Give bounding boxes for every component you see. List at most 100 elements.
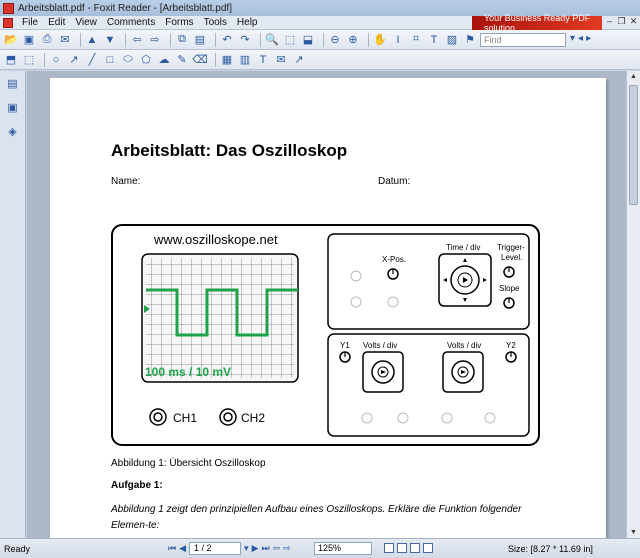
undo-icon[interactable]: ↶ [220, 33, 234, 47]
single-page-view-icon[interactable] [384, 543, 394, 553]
fit-page-icon[interactable]: ⬚ [283, 33, 297, 47]
status-text: Ready [4, 543, 31, 554]
toolbar-separator [368, 32, 369, 47]
paste-icon[interactable]: ▤ [193, 33, 207, 47]
trigger-label-2: Level. [501, 253, 522, 262]
circle-tool-icon[interactable]: ○ [49, 53, 63, 67]
close-icon[interactable]: ✕ [629, 17, 638, 26]
foxit-app-icon [3, 2, 14, 14]
email-icon[interactable]: ✉ [58, 33, 72, 47]
menu-help[interactable]: Help [232, 17, 263, 28]
scroll-thumb[interactable] [629, 85, 638, 205]
scope-url: www.oszilloskope.net [153, 232, 278, 247]
ad-banner[interactable]: Your Business Ready PDF solution [472, 13, 602, 33]
menu-comments[interactable]: Comments [102, 17, 160, 28]
volts-div-left-label: Volts / div [363, 341, 397, 350]
marquee-icon[interactable]: ⬚ [22, 53, 36, 67]
callout-tool-icon[interactable]: ▥ [238, 53, 252, 67]
find-previous-icon[interactable]: ◂ [578, 33, 583, 44]
hand-tool-icon[interactable]: ✋ [373, 33, 387, 47]
print-icon[interactable]: ⎙ [40, 33, 54, 47]
textbox-tool-icon[interactable]: ▦ [220, 53, 234, 67]
navigation-pane: ▤ ▣ ◈ [0, 71, 26, 538]
next-page-icon[interactable]: ▼ [103, 33, 117, 47]
note-tool-icon[interactable]: ✉ [274, 53, 288, 67]
page-dropdown-icon[interactable]: ▾ [244, 543, 249, 554]
find-dropdown-icon[interactable]: ▾ [570, 33, 575, 44]
cloud-tool-icon[interactable]: ☁ [157, 53, 171, 67]
name-label: Name: [111, 176, 141, 187]
view-mode-buttons [384, 543, 433, 553]
timebase-label: 100 ms / 10 mV [145, 365, 231, 379]
facing-view-icon[interactable] [410, 543, 420, 553]
menu-file[interactable]: File [17, 17, 43, 28]
first-page-button-icon[interactable]: ⏮ [168, 543, 176, 554]
restore-icon[interactable]: ❐ [617, 17, 626, 26]
toolbar-separator [215, 52, 216, 67]
scroll-down-icon[interactable]: ▼ [630, 529, 637, 536]
arrow-tool-icon[interactable]: ↗ [67, 53, 81, 67]
history-back-icon[interactable]: ⇦ [273, 543, 281, 554]
select-text-icon[interactable]: I [391, 33, 405, 47]
menu-bar: File Edit View Comments Forms Tools Help… [0, 13, 640, 33]
page-select-icon[interactable]: ⬒ [4, 53, 18, 67]
rectangle-tool-icon[interactable]: □ [103, 53, 117, 67]
snapshot-icon[interactable]: ⌗ [409, 33, 423, 47]
history-forward-icon[interactable]: ⇨ [283, 543, 291, 554]
fit-width-icon[interactable]: ⬓ [301, 33, 315, 47]
polygon-tool-icon[interactable]: ⬠ [139, 53, 153, 67]
prev-page-button-icon[interactable]: ◀ [179, 543, 186, 554]
line-tool-icon[interactable]: ╱ [85, 53, 99, 67]
zoom-in-icon[interactable]: ⊕ [346, 33, 360, 47]
document-icon[interactable] [3, 17, 13, 28]
image-icon[interactable]: ▨ [445, 33, 459, 47]
scope-grid [146, 258, 294, 378]
typewriter-icon[interactable]: T [427, 33, 441, 47]
last-page-button-icon[interactable]: ⏭ [261, 543, 269, 554]
eraser-tool-icon[interactable]: ⌫ [192, 53, 208, 67]
toolbar-separator [260, 32, 261, 47]
menu-view[interactable]: View [70, 17, 102, 28]
first-page-icon[interactable]: ▲ [85, 33, 99, 47]
back-icon[interactable]: ⇦ [130, 33, 144, 47]
open-icon[interactable]: 📂 [4, 33, 18, 47]
y2-label: Y2 [506, 341, 516, 350]
ch2-label: CH2 [241, 411, 265, 425]
vertical-scrollbar[interactable]: ▲ ▼ [626, 71, 640, 538]
find-input[interactable]: Find [480, 33, 566, 47]
page-number-field[interactable]: 1 / 2 [189, 542, 242, 555]
next-page-button-icon[interactable]: ▶ [252, 543, 259, 554]
scroll-up-icon[interactable]: ▲ [630, 73, 637, 80]
task-text: Abbildung 1 zeigt den prinzipiellen Aufb… [111, 504, 522, 531]
text-tool-icon[interactable]: T [256, 53, 270, 67]
window-controls: – ❐ ✕ [605, 17, 638, 26]
bookmarks-panel-icon[interactable]: ▤ [6, 77, 20, 91]
redo-icon[interactable]: ↷ [238, 33, 252, 47]
toolbar-separator [170, 32, 171, 47]
menu-forms[interactable]: Forms [160, 17, 198, 28]
copy-icon[interactable]: ⧉ [175, 33, 189, 47]
menu-edit[interactable]: Edit [43, 17, 70, 28]
page-title: Arbeitsblatt: Das Oszilloskop [111, 141, 348, 160]
pencil-tool-icon[interactable]: ✎ [175, 53, 189, 67]
document-area[interactable]: Arbeitsblatt: Das Oszilloskop Name: Datu… [27, 71, 626, 538]
date-label: Datum: [378, 176, 411, 187]
find-next-icon[interactable]: ▸ [586, 33, 591, 44]
continuous-facing-view-icon[interactable] [423, 543, 433, 553]
pages-panel-icon[interactable]: ▣ [6, 101, 20, 115]
forward-icon[interactable]: ⇨ [148, 33, 162, 47]
oval-tool-icon[interactable]: ⬭ [121, 53, 135, 67]
zoom-tool-icon[interactable]: 🔍 [265, 33, 279, 47]
zoom-out-icon[interactable]: ⊖ [328, 33, 342, 47]
layers-panel-icon[interactable]: ◈ [6, 125, 20, 139]
bookmark-icon[interactable]: ⚑ [463, 33, 477, 47]
y1-label: Y1 [340, 341, 350, 350]
toolbar-separator [215, 32, 216, 47]
minimize-icon[interactable]: – [605, 17, 614, 26]
zoom-select[interactable]: 125% [314, 542, 372, 555]
continuous-view-icon[interactable] [397, 543, 407, 553]
save-icon[interactable]: ▣ [22, 33, 36, 47]
link-tool-icon[interactable]: ↗ [292, 53, 306, 67]
menu-tools[interactable]: Tools [199, 17, 232, 28]
toolbar-separator [323, 32, 324, 47]
